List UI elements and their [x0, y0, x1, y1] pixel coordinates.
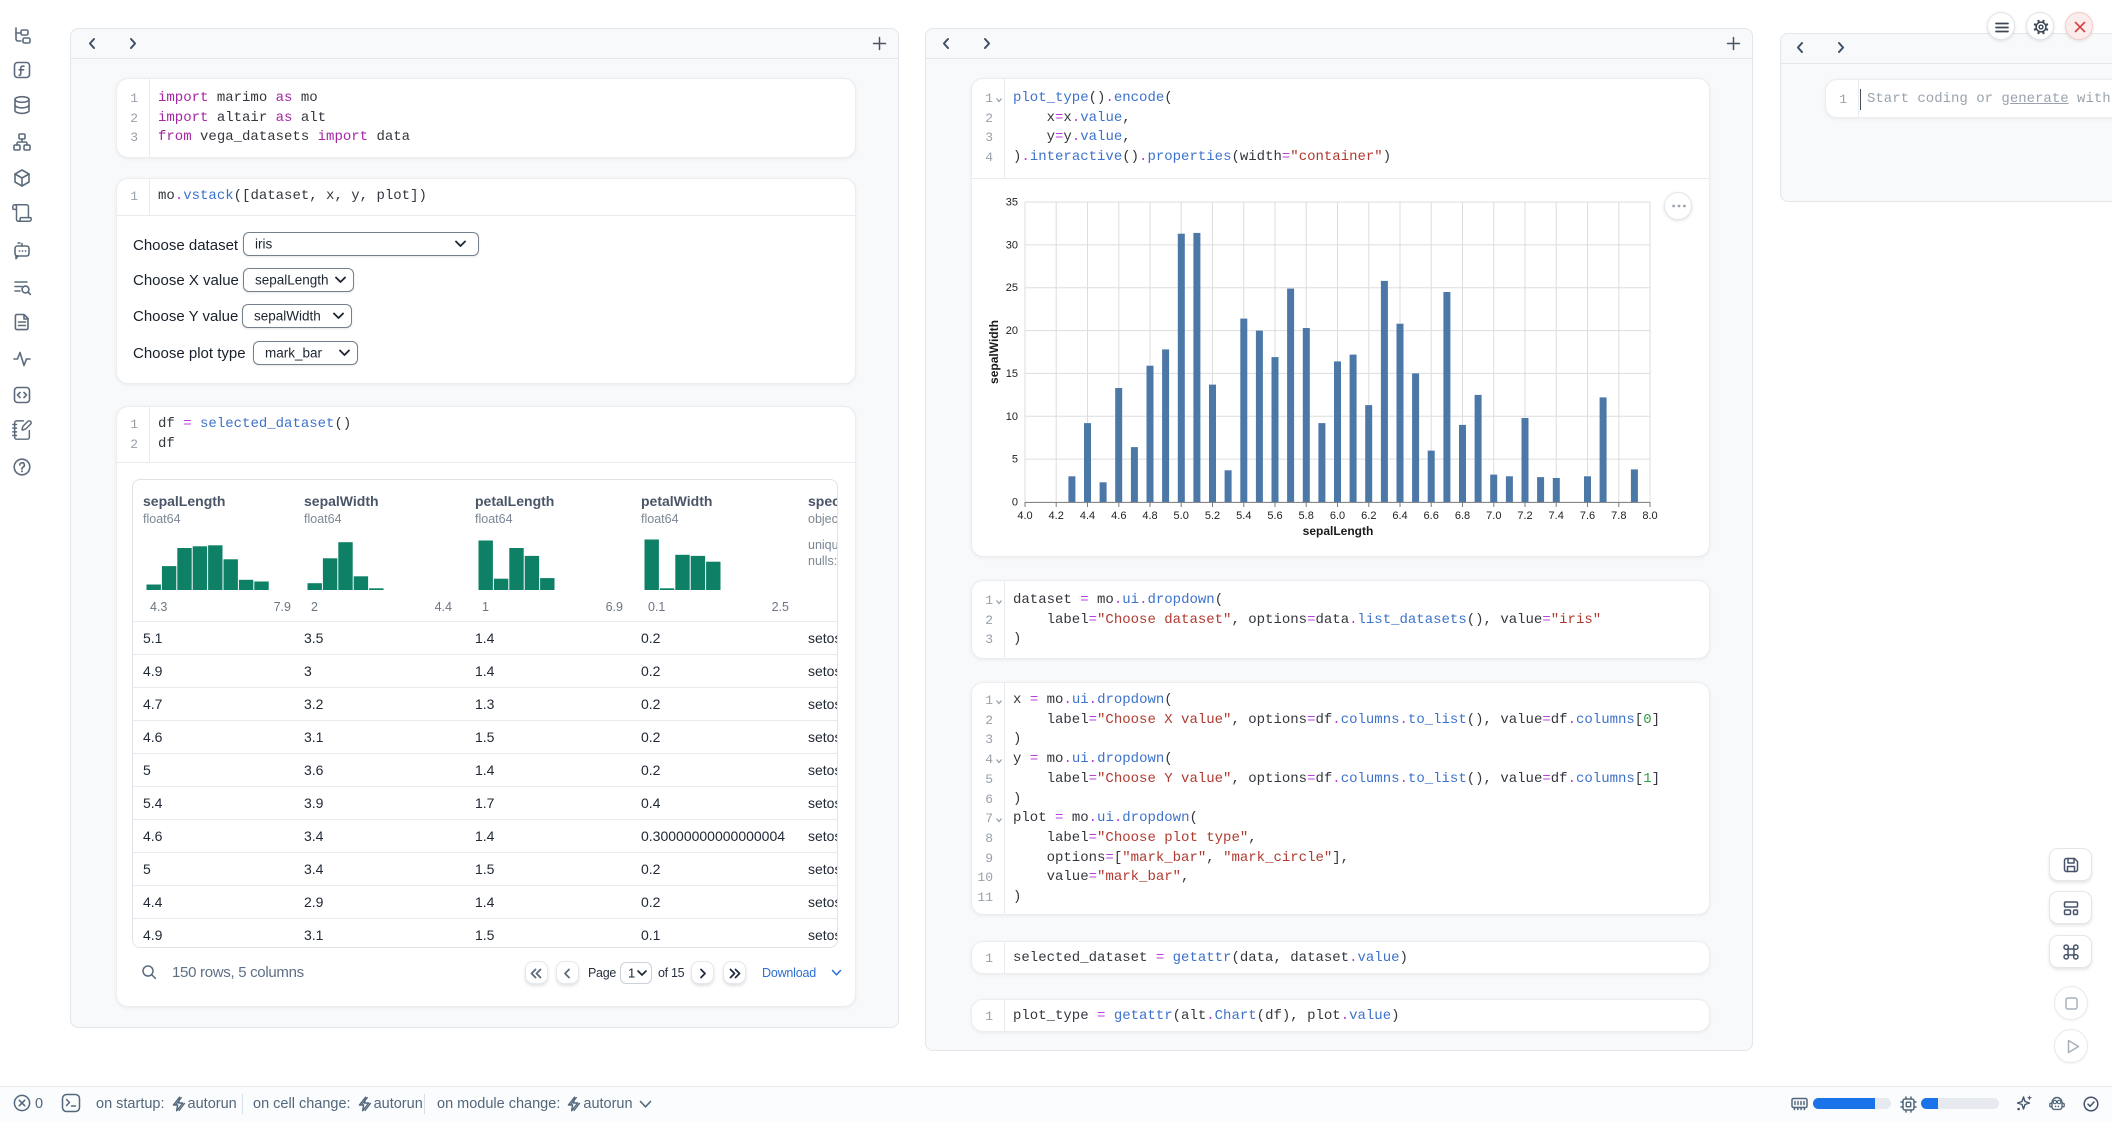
- svg-text:6.0: 6.0: [1330, 510, 1345, 522]
- svg-text:6.4: 6.4: [1392, 510, 1407, 522]
- svg-text:4.4: 4.4: [1080, 510, 1095, 522]
- svg-text:sepalWidth: sepalWidth: [987, 320, 1001, 384]
- svg-text:sepalLength: sepalLength: [1303, 524, 1374, 538]
- svg-text:7.2: 7.2: [1517, 510, 1532, 522]
- svg-text:5.4: 5.4: [1236, 510, 1251, 522]
- svg-text:20: 20: [1006, 325, 1018, 337]
- svg-text:0: 0: [1012, 497, 1018, 509]
- svg-text:7.0: 7.0: [1486, 510, 1501, 522]
- svg-text:7.8: 7.8: [1611, 510, 1626, 522]
- svg-text:15: 15: [1006, 368, 1018, 380]
- svg-text:6.2: 6.2: [1361, 510, 1376, 522]
- svg-text:7.6: 7.6: [1580, 510, 1595, 522]
- svg-text:8.0: 8.0: [1642, 510, 1657, 522]
- svg-text:5.6: 5.6: [1267, 510, 1282, 522]
- svg-text:5.2: 5.2: [1205, 510, 1220, 522]
- svg-text:5.0: 5.0: [1174, 510, 1189, 522]
- svg-text:4.8: 4.8: [1142, 510, 1157, 522]
- svg-text:4.2: 4.2: [1049, 510, 1064, 522]
- svg-text:35: 35: [1006, 197, 1018, 209]
- svg-text:25: 25: [1006, 282, 1018, 294]
- svg-text:6.6: 6.6: [1424, 510, 1439, 522]
- svg-text:10: 10: [1006, 411, 1018, 423]
- svg-text:4.0: 4.0: [1017, 510, 1032, 522]
- svg-text:5.8: 5.8: [1299, 510, 1314, 522]
- svg-text:6.8: 6.8: [1455, 510, 1470, 522]
- svg-text:7.4: 7.4: [1549, 510, 1564, 522]
- svg-text:5: 5: [1012, 454, 1018, 466]
- svg-text:4.6: 4.6: [1111, 510, 1126, 522]
- svg-text:30: 30: [1006, 239, 1018, 251]
